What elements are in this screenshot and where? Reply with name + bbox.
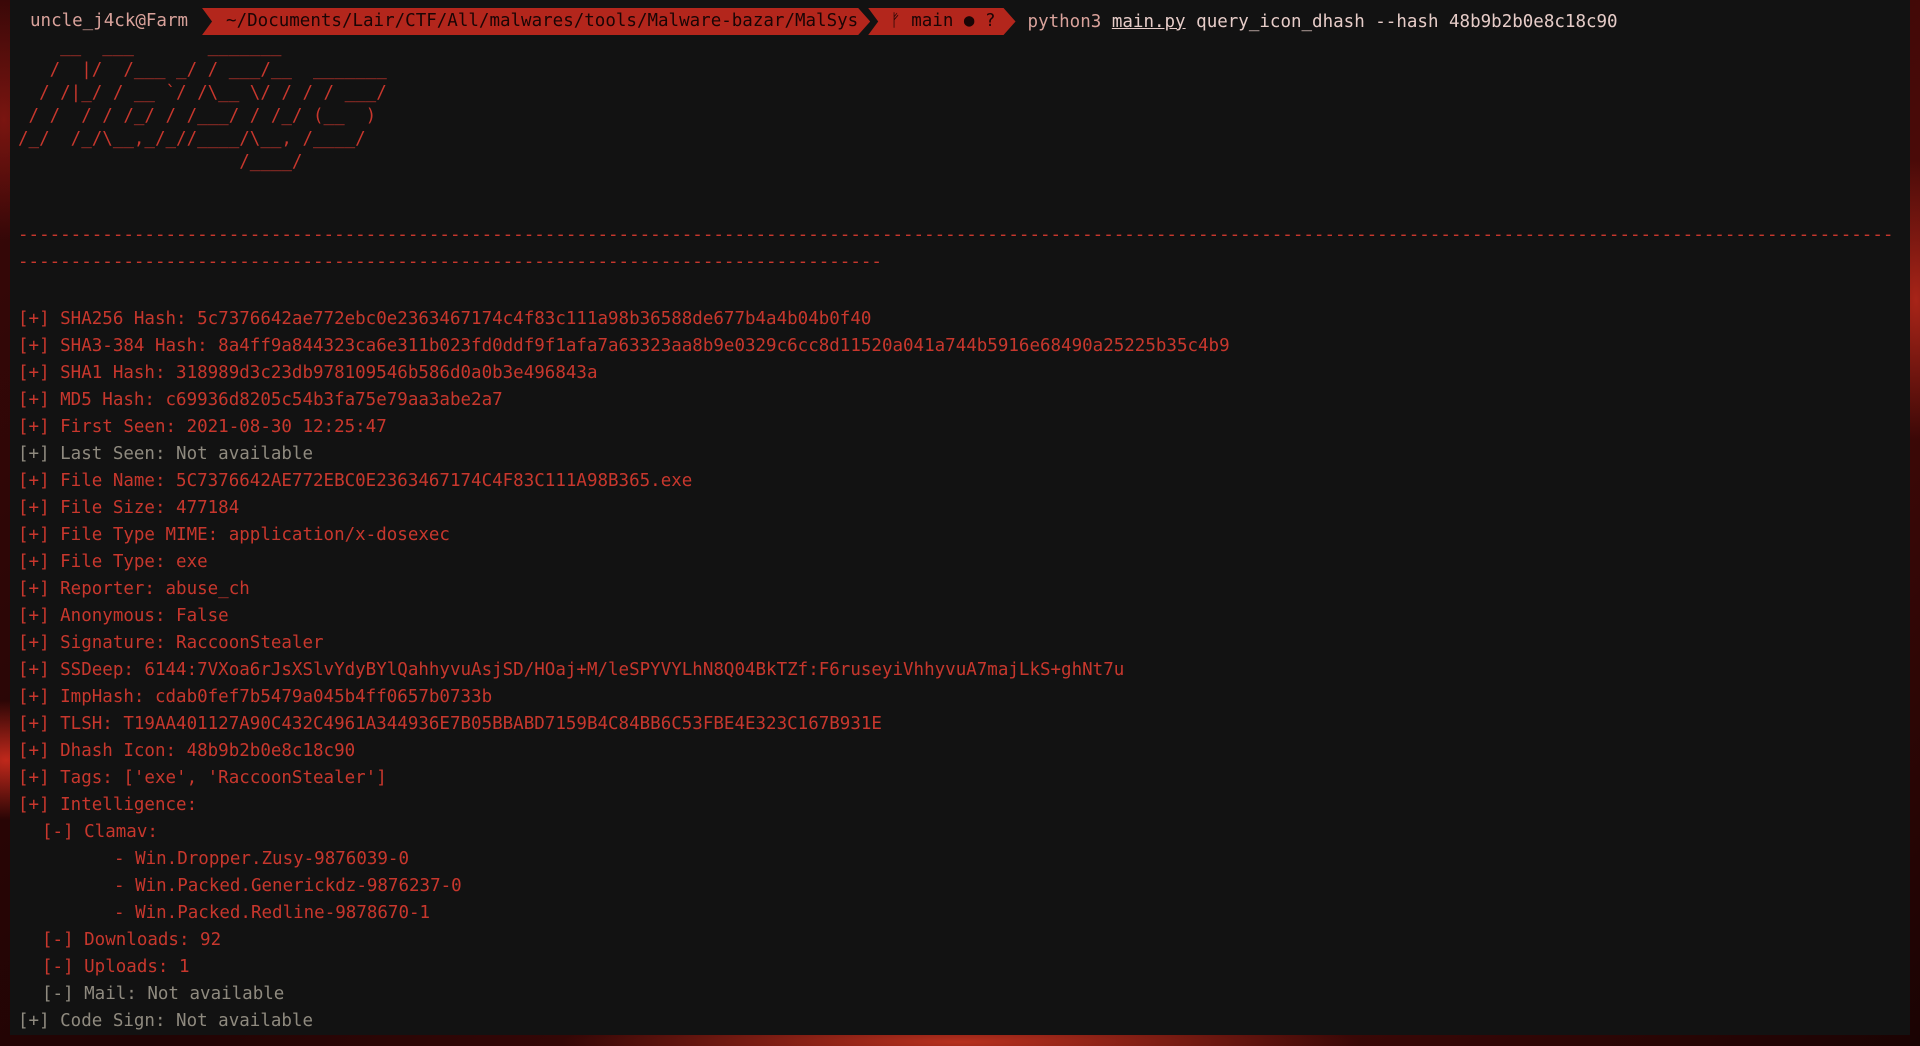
prompt-cwd: ~/Documents/Lair/CTF/All/malwares/tools/…	[202, 8, 870, 35]
shell-prompt: uncle_j4ck@Farm ~/Documents/Lair/CTF/All…	[10, 8, 1618, 35]
output-line: [+] Anonymous: False	[18, 606, 229, 626]
output-line: [+] Last Seen: Not available	[18, 444, 314, 464]
output-line: [+] Tags: ['exe', 'RaccoonStealer']	[18, 768, 387, 788]
output-line: [+] File Size: 477184	[18, 498, 240, 518]
prompt-user-host: uncle_j4ck@Farm	[10, 8, 203, 35]
output-line: [-] Uploads: 1	[42, 957, 190, 977]
output-line: [+] Signature: RaccoonStealer	[18, 633, 324, 653]
output-line: [-] Mail: Not available	[42, 984, 285, 1004]
output-line: - Win.Packed.Generickdz-9876237-0	[114, 876, 462, 896]
output-line: [+] File Name: 5C7376642AE772EBC0E236346…	[18, 471, 693, 491]
output-line: [+] SHA3-384 Hash: 8a4ff9a844323ca6e311b…	[18, 336, 1230, 356]
output-line: [+] File Type: exe	[18, 552, 208, 572]
output-line: [+] Dhash Icon: 48b9b2b0e8c18c90	[18, 741, 356, 761]
ascii-banner: __ ___ _______ / |/ /___ _/ / ___/__ ___…	[18, 37, 387, 172]
command-output: [+] SHA256 Hash: 5c7376642ae772ebc0e2363…	[18, 306, 1230, 1035]
output-line: [+] SHA1 Hash: 318989d3c23db978109546b58…	[18, 363, 598, 383]
output-line: [+] ImpHash: cdab0fef7b5479a045b4ff0657b…	[18, 687, 493, 707]
output-line: - Win.Packed.Redline-9878670-1	[114, 903, 431, 923]
prompt-git-status: ᚠ main ● ?	[868, 8, 1015, 35]
output-line: - Win.Dropper.Zusy-9876039-0	[114, 849, 410, 869]
output-line: [+] Intelligence:	[18, 795, 198, 815]
output-line: [+] Code Sign: Not available	[18, 1011, 314, 1031]
command-script-link[interactable]: main.py	[1112, 12, 1186, 32]
command-arguments: query_icon_dhash --hash 48b9b2b0e8c18c90	[1196, 11, 1618, 32]
output-line: [+] MD5 Hash: c69936d8205c54b3fa75e79aa3…	[18, 390, 503, 410]
terminal-window[interactable]: uncle_j4ck@Farm ~/Documents/Lair/CTF/All…	[10, 0, 1910, 1035]
command-line[interactable]: python3 main.py query_icon_dhash --hash …	[1016, 12, 1618, 32]
output-line: [+] First Seen: 2021-08-30 12:25:47	[18, 417, 387, 437]
output-line: [+] Reporter: abuse_ch	[18, 579, 250, 599]
output-line: [+] SSDeep: 6144:7VXoa6rJsXSlvYdyBYlQahh…	[18, 660, 1125, 680]
command-binary: python3	[1027, 11, 1102, 32]
output-line: [+] TLSH: T19AA401127A90C432C4961A344936…	[18, 714, 882, 734]
output-line: [+] SHA256 Hash: 5c7376642ae772ebc0e2363…	[18, 309, 872, 329]
divider-line: ----------------------------------------…	[18, 225, 1894, 272]
output-line: [+] File Type MIME: application/x-dosexe…	[18, 525, 450, 545]
output-line: [-] Downloads: 92	[42, 930, 222, 950]
output-line: [-] Clamav:	[42, 822, 158, 842]
